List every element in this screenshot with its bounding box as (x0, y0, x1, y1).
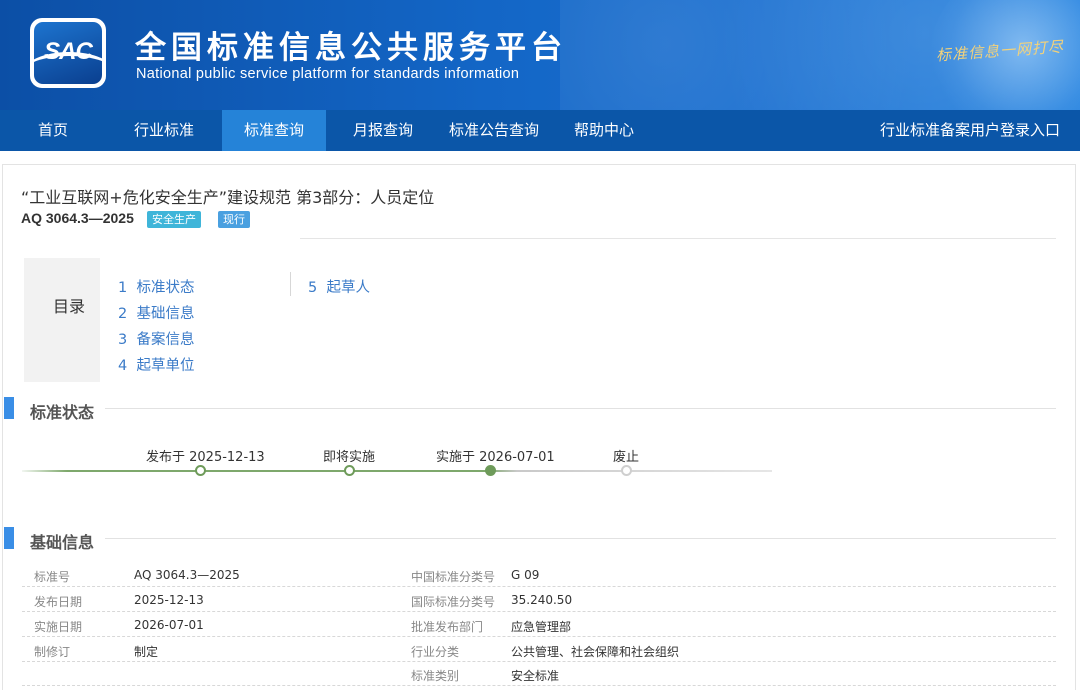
site-title: 全国标准信息公共服务平台 (135, 30, 567, 66)
nav-item-announcement-query[interactable]: 标准公告查询 (440, 110, 548, 151)
nav-item-monthly-report[interactable]: 月报查询 (326, 110, 440, 151)
standard-code: AQ 3064.3—2025 (21, 210, 134, 226)
nav-item-home[interactable]: 首页 (0, 110, 106, 151)
info-row: 标准号 AQ 3064.3—2025 中国标准分类号 G 09 (22, 562, 1056, 587)
info-value: 2026-07-01 (134, 618, 204, 632)
info-value: 35.240.50 (511, 593, 573, 607)
info-key: 实施日期 (34, 620, 83, 634)
toc-item-num: 5 (308, 280, 318, 296)
toc-label: 目录 (53, 297, 86, 316)
section-accent-bar (4, 397, 14, 419)
info-row: 标准类别 安全标准 (22, 661, 1056, 686)
toc-item-label: 起草人 (326, 280, 370, 296)
main-nav: 首页 行业标准 标准查询 月报查询 标准公告查询 帮助中心 行业标准备案用户登录… (0, 110, 1080, 151)
title-divider (300, 238, 1056, 239)
info-value: AQ 3064.3—2025 (134, 568, 240, 582)
info-key: 国际标准分类号 (411, 595, 496, 609)
toc-item-num: 1 (118, 280, 128, 296)
info-key: 制修订 (34, 645, 71, 659)
site-subtitle: National public service platform for sta… (136, 66, 520, 82)
toc-item-drafters[interactable]: 5 起草人 (308, 276, 370, 297)
toc-item-label: 基础信息 (136, 306, 195, 322)
timeline-label-upcoming: 即将实施 (323, 450, 376, 465)
timeline-node-effective (485, 465, 496, 476)
info-key: 标准号 (34, 570, 71, 584)
login-link[interactable]: 行业标准备案用户登录入口 (880, 110, 1060, 151)
info-value: 安全标准 (511, 669, 560, 683)
section-divider (105, 408, 1056, 409)
toc-label-box (24, 258, 100, 382)
info-value: 公共管理、社会保障和社会组织 (511, 645, 680, 659)
toc-item-basic-info[interactable]: 2 基础信息 (118, 302, 194, 323)
info-row: 发布日期 2025-12-13 国际标准分类号 35.240.50 (22, 587, 1056, 612)
standard-title: “工业互联网+危化安全生产”建设规范 第3部分：人员定位 (21, 188, 435, 207)
info-row: 制修订 制定 行业分类 公共管理、社会保障和社会组织 (22, 637, 1056, 662)
status-badge: 现行 (218, 211, 250, 228)
toc-item-num: 2 (118, 306, 128, 322)
timeline-node-published (195, 465, 206, 476)
info-value: G 09 (511, 568, 540, 582)
info-value: 应急管理部 (511, 620, 572, 634)
toc-item-status[interactable]: 1 标准状态 (118, 276, 194, 297)
info-value: 制定 (134, 645, 159, 659)
info-key: 中国标准分类号 (411, 570, 496, 584)
info-row: 实施日期 2026-07-01 批准发布部门 应急管理部 (22, 612, 1056, 637)
header-banner: SAC 全国标准信息公共服务平台 National public service… (0, 0, 1080, 110)
info-key: 行业分类 (411, 645, 460, 659)
logo-text: SAC (44, 38, 93, 65)
timeline-label-abolished: 废止 (613, 450, 640, 465)
timeline-node-abolished (621, 465, 632, 476)
toc-item-label: 标准状态 (136, 280, 195, 296)
timeline-node-upcoming (344, 465, 355, 476)
timeline-label-effective: 实施于 2026-07-01 (436, 450, 555, 465)
toc-column-divider (290, 272, 291, 296)
sac-logo[interactable]: SAC (30, 18, 106, 88)
info-value: 2025-12-13 (134, 593, 204, 607)
info-key: 批准发布部门 (411, 620, 484, 634)
info-key: 发布日期 (34, 595, 83, 609)
toc-item-num: 3 (118, 332, 128, 348)
status-timeline-track (22, 470, 772, 472)
section-divider (105, 538, 1056, 539)
toc-item-filing-info[interactable]: 3 备案信息 (118, 328, 194, 349)
toc-item-num: 4 (118, 358, 128, 374)
nav-item-help-center[interactable]: 帮助中心 (560, 110, 648, 151)
logo-emblem: SAC (34, 22, 102, 84)
toc-item-drafting-units[interactable]: 4 起草单位 (118, 354, 194, 375)
section-accent-bar (4, 527, 14, 549)
status-section-title: 标准状态 (30, 403, 95, 422)
category-badge: 安全生产 (147, 211, 201, 228)
nav-item-standard-query[interactable]: 标准查询 (222, 110, 326, 151)
basic-section-title: 基础信息 (30, 533, 95, 552)
toc-item-label: 起草单位 (136, 358, 195, 374)
nav-item-industry-standards[interactable]: 行业标准 (106, 110, 222, 151)
info-key: 标准类别 (411, 669, 460, 683)
timeline-label-published: 发布于 2025-12-13 (146, 450, 265, 465)
toc-item-label: 备案信息 (136, 332, 195, 348)
